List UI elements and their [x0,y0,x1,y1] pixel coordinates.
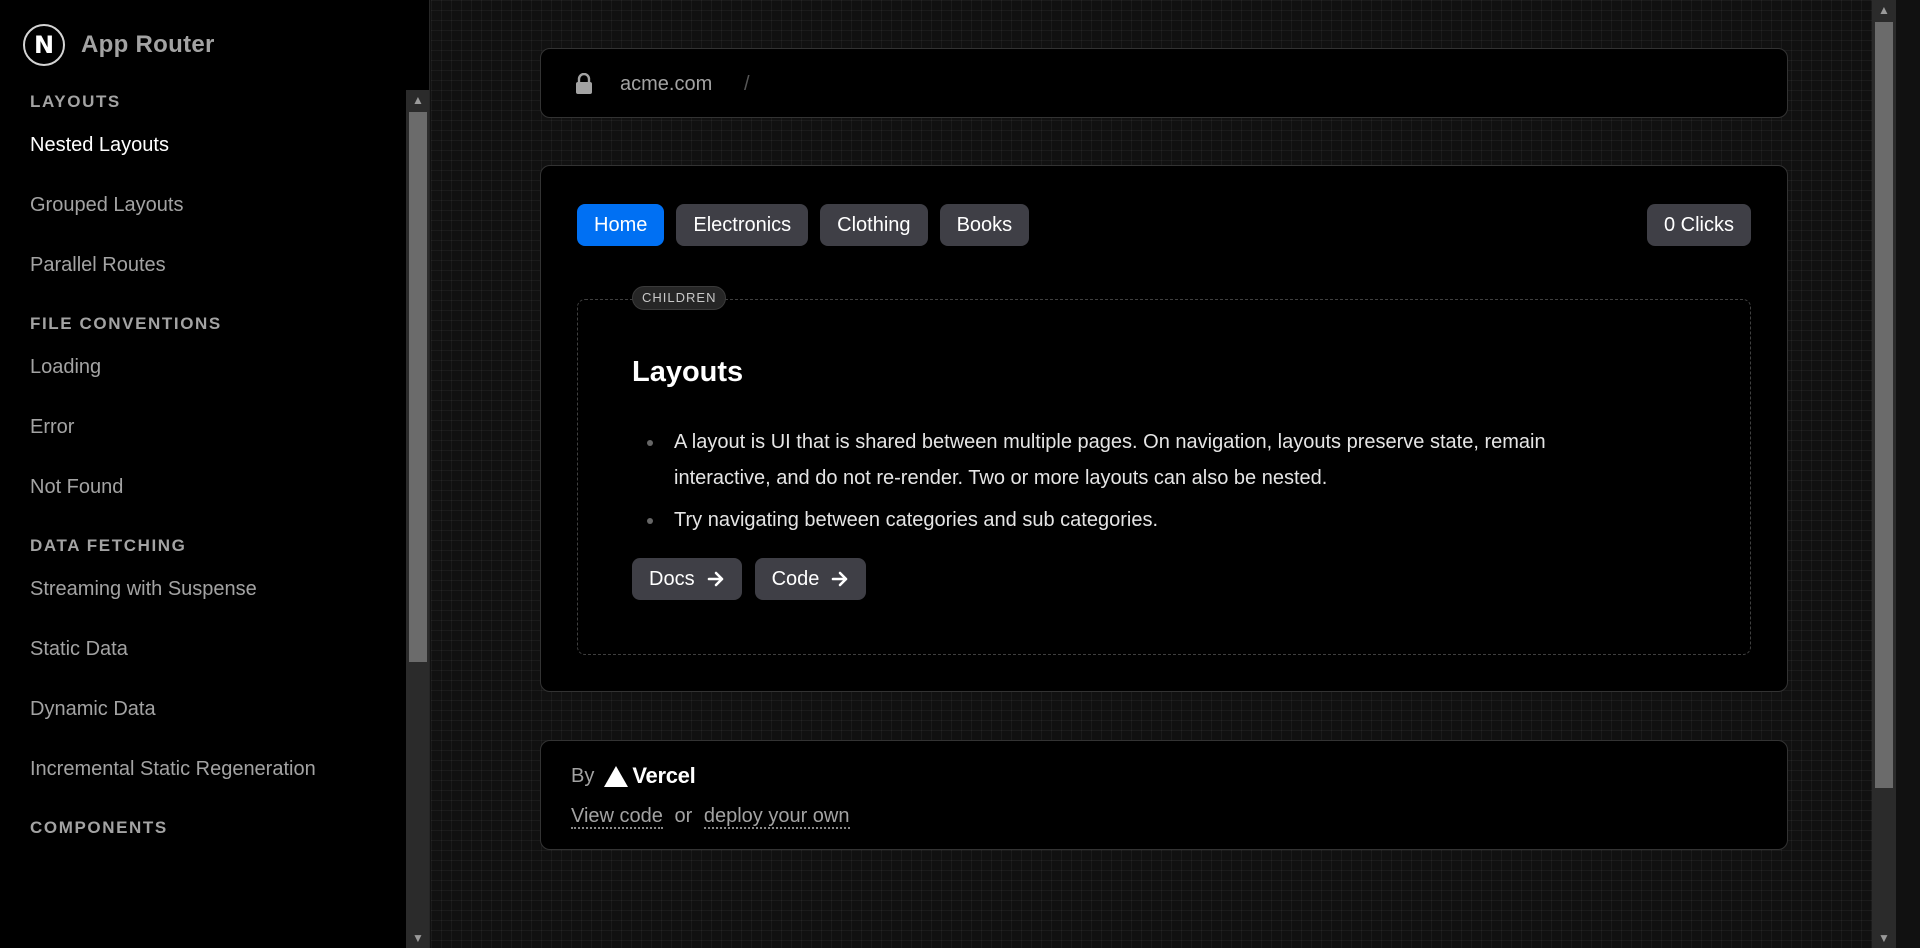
children-boundary: CHILDREN Layouts A layout is UI that is … [577,286,1751,655]
scroll-down-arrow-icon[interactable]: ▼ [406,928,429,948]
address-separator: / [744,73,750,95]
vercel-brand-text: Vercel [632,763,696,788]
view-code-link[interactable]: View code [571,805,663,829]
sidebar-scroll-thumb[interactable] [409,112,427,662]
sidebar-item-grouped-layouts[interactable]: Grouped Layouts [30,194,390,218]
nav-section-title-layouts: Layouts [30,92,121,111]
sidebar-item-error[interactable]: Error [30,416,390,440]
deploy-link[interactable]: deploy your own [703,805,850,829]
main-scroll-thumb[interactable] [1875,22,1893,788]
sidebar-item-static-data[interactable]: Static Data [30,638,390,662]
nav-section-title-file-conventions: File Conventions [30,314,222,333]
sidebar-item-nested-layouts[interactable]: Nested Layouts [30,134,390,158]
address-bar: acme.com / [540,48,1788,118]
description-list: A layout is UI that is shared between mu… [632,424,1642,544]
tab-home[interactable]: Home [577,204,665,246]
or-text: or [674,805,693,827]
sidebar-nav: Layouts Nested Layouts Grouped Layouts P… [30,92,390,860]
footer-links: View code or deploy your own [571,805,850,829]
tab-electronics[interactable]: Electronics [676,204,809,246]
sidebar-item-not-found[interactable]: Not Found [30,476,390,500]
clicks-counter-button[interactable]: 0 Clicks [1646,204,1751,246]
arrow-right-icon [832,571,848,587]
vercel-triangle-icon [604,765,629,787]
category-tabs: Home Electronics Clothing Books [577,204,1041,246]
code-button-label: Code [771,568,820,590]
nav-section-title-data-fetching: Data Fetching [30,536,187,555]
nav-section-title-components: Components [30,818,168,837]
sidebar-item-dynamic-data[interactable]: Dynamic Data [30,698,390,722]
by-vercel: By Vercel [571,763,696,789]
arrow-right-icon [707,571,723,587]
lock-icon [576,73,592,94]
scroll-down-arrow-icon[interactable]: ▼ [1872,928,1896,948]
list-item: A layout is UI that is shared between mu… [632,424,1642,496]
tab-books[interactable]: Books [939,204,1030,246]
tab-clothing[interactable]: Clothing [820,204,928,246]
scroll-up-arrow-icon[interactable]: ▲ [406,90,429,110]
sidebar: N App Router Layouts Nested Layouts Grou… [0,0,430,948]
sidebar-item-loading[interactable]: Loading [30,356,390,380]
sidebar-scrollbar[interactable]: ▲ ▼ [406,90,429,948]
layout-card: Home Electronics Clothing Books 0 Clicks… [540,165,1788,692]
docs-button[interactable]: Docs [632,558,742,600]
docs-button-label: Docs [649,568,695,590]
footer-card: By Vercel View code or deploy your own [540,740,1788,850]
sidebar-item-isr[interactable]: Incremental Static Regeneration [30,758,390,782]
sidebar-item-parallel-routes[interactable]: Parallel Routes [30,254,390,278]
address-domain: acme.com [620,73,713,95]
vercel-logo[interactable]: Vercel [604,763,696,789]
by-label: By [571,764,595,787]
main-content: acme.com / Home Electronics Clothing Boo… [431,0,1896,948]
scroll-up-arrow-icon[interactable]: ▲ [1872,0,1896,20]
code-button[interactable]: Code [754,558,867,600]
brand[interactable]: N App Router [23,24,215,66]
app-title: App Router [81,31,215,58]
sidebar-item-streaming[interactable]: Streaming with Suspense [30,578,390,602]
children-badge: CHILDREN [632,286,727,310]
page-title: Layouts [632,356,744,388]
link-buttons: Docs Code [632,558,879,600]
nextjs-logo-icon: N [23,24,65,66]
list-item: Try navigating between categories and su… [632,502,1642,538]
main-scrollbar[interactable]: ▲ ▼ [1872,0,1896,948]
